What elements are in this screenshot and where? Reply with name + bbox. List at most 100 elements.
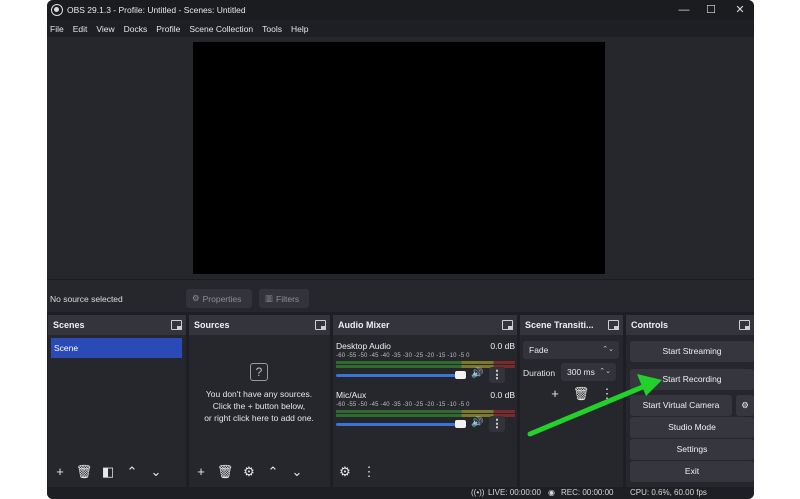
menu-bar: File Edit View Docks Profile Scene Colle… xyxy=(47,20,754,37)
sources-empty-line: or right click here to add one. xyxy=(204,413,314,423)
preview-area xyxy=(47,37,754,279)
transitions-title: Scene Transiti... xyxy=(525,320,594,330)
menu-view[interactable]: View xyxy=(96,24,114,34)
remove-transition-trash-icon[interactable]: 🗑 xyxy=(572,385,590,403)
title-bar: OBS 29.1.3 - Profile: Untitled - Scenes:… xyxy=(47,0,754,20)
channel-db: 0.0 dB xyxy=(490,390,515,400)
menu-edit[interactable]: Edit xyxy=(73,24,88,34)
menu-scene-collection[interactable]: Scene Collection xyxy=(189,24,253,34)
scene-filters-icon[interactable]: ◧ xyxy=(99,463,117,481)
channel-menu-kebab-icon[interactable]: ⋮ xyxy=(489,416,505,432)
start-recording-button[interactable]: Start Recording xyxy=(630,369,754,390)
remove-scene-trash-icon[interactable]: 🗑 xyxy=(75,463,93,481)
start-virtual-camera-button[interactable]: Start Virtual Camera xyxy=(630,395,732,416)
sources-empty-state[interactable]: ? You don't have any sources. Click the … xyxy=(189,363,329,424)
menu-tools[interactable]: Tools xyxy=(262,24,282,34)
start-streaming-button[interactable]: Start Streaming xyxy=(630,341,754,362)
add-source-button[interactable]: + xyxy=(192,463,210,481)
window-title: OBS 29.1.3 - Profile: Untitled - Scenes:… xyxy=(67,5,246,15)
spin-arrows-icon: ⌃⌄ xyxy=(599,368,611,375)
dock-float-icon[interactable] xyxy=(502,320,513,330)
studio-mode-button[interactable]: Studio Mode xyxy=(630,417,754,438)
sources-toolbar: + 🗑 ⚙ ⌃ ⌄ xyxy=(192,463,306,481)
menu-docks[interactable]: Docks xyxy=(124,24,148,34)
minimize-button[interactable]: — xyxy=(677,3,691,17)
filters-button[interactable]: ▥ Filters xyxy=(259,289,309,308)
mixer-menu-kebab-icon[interactable]: ⋮ xyxy=(360,463,378,481)
speaker-icon[interactable]: 🔊 xyxy=(471,368,483,379)
cpu-fps: CPU: 0.6%, 60.00 fps xyxy=(630,488,707,497)
scene-list-item[interactable]: Scene xyxy=(51,338,182,358)
volume-slider-handle[interactable] xyxy=(455,371,466,379)
transition-select[interactable]: Fade ⌃⌄ xyxy=(523,341,619,359)
dock-float-icon[interactable] xyxy=(739,320,750,330)
maximize-button[interactable]: ☐ xyxy=(704,3,718,17)
sources-empty-line: You don't have any sources. xyxy=(205,389,313,399)
meter-scale: -60 -55 -50 -45 -40 -35 -30 -25 -20 -15 … xyxy=(336,402,470,408)
filters-label: Filters xyxy=(276,293,300,304)
scenes-toolbar: + 🗑 ◧ ⌃ ⌄ xyxy=(51,463,165,481)
transition-selected: Fade xyxy=(529,345,549,355)
channel-name: Desktop Audio xyxy=(336,341,391,351)
sources-title: Sources xyxy=(194,320,230,330)
preview-canvas[interactable] xyxy=(193,42,605,274)
question-mark-icon: ? xyxy=(250,363,268,381)
volume-slider[interactable] xyxy=(336,374,464,377)
close-button[interactable]: ✕ xyxy=(733,3,747,17)
filters-icon: ▥ xyxy=(265,293,274,303)
dock-float-icon[interactable] xyxy=(608,320,619,330)
move-up-chevron-icon[interactable]: ⌃ xyxy=(123,463,141,481)
meter-scale: -60 -55 -50 -45 -40 -35 -30 -25 -20 -15 … xyxy=(336,353,470,359)
duration-value: 300 ms xyxy=(567,367,595,377)
add-scene-button[interactable]: + xyxy=(51,463,69,481)
source-properties-gear-icon[interactable]: ⚙ xyxy=(240,463,258,481)
audio-mixer-dock: Audio Mixer Desktop Audio 0.0 dB -60 -55… xyxy=(333,315,517,487)
obs-window: OBS 29.1.3 - Profile: Untitled - Scenes:… xyxy=(47,0,754,499)
remove-source-trash-icon[interactable]: 🗑 xyxy=(216,463,234,481)
exit-button[interactable]: Exit xyxy=(630,461,754,482)
speaker-icon[interactable]: 🔊 xyxy=(471,417,483,428)
status-bar: ((•)) LIVE: 00:00:00 ◉ REC: 00:00:00 CPU… xyxy=(47,487,754,499)
obs-logo-icon xyxy=(51,4,63,16)
context-bar: No source selected ⚙ Properties ▥ Filter… xyxy=(47,279,754,312)
record-icon: ◉ xyxy=(548,488,555,497)
live-broadcast-icon: ((•)) xyxy=(471,488,485,497)
add-transition-button[interactable]: + xyxy=(546,385,564,403)
mixer-channel-mic: Mic/Aux 0.0 dB -60 -55 -50 -45 -40 -35 -… xyxy=(336,390,515,432)
menu-profile[interactable]: Profile xyxy=(156,24,180,34)
dock-float-icon[interactable] xyxy=(171,320,182,330)
channel-db: 0.0 dB xyxy=(490,341,515,351)
duration-spinbox[interactable]: 300 ms ⌃⌄ xyxy=(561,363,616,381)
dock-float-icon[interactable] xyxy=(315,320,326,330)
menu-help[interactable]: Help xyxy=(291,24,308,34)
controls-dock: Controls Start Streaming Start Recording… xyxy=(626,315,754,487)
menu-file[interactable]: File xyxy=(50,24,64,34)
transitions-header: Scene Transiti... xyxy=(520,315,623,335)
mixer-toolbar: ⚙ ⋮ xyxy=(336,463,378,481)
sources-empty-line: Click the + button below, xyxy=(212,401,306,411)
move-down-chevron-icon[interactable]: ⌄ xyxy=(288,463,306,481)
controls-title: Controls xyxy=(631,320,668,330)
channel-name: Mic/Aux xyxy=(336,390,367,400)
duration-label: Duration xyxy=(523,368,556,378)
channel-menu-kebab-icon[interactable]: ⋮ xyxy=(489,367,505,383)
level-meter xyxy=(336,365,515,368)
volume-slider-handle[interactable] xyxy=(455,420,466,428)
scenes-dock: Scenes Scene + 🗑 ◧ ⌃ ⌄ xyxy=(48,315,186,487)
rec-time: REC: 00:00:00 xyxy=(561,488,614,497)
transition-menu-kebab-icon[interactable]: ⋮ xyxy=(598,385,616,403)
settings-button[interactable]: Settings xyxy=(630,439,754,460)
select-arrows-icon: ⌃⌄ xyxy=(602,346,614,353)
move-up-chevron-icon[interactable]: ⌃ xyxy=(264,463,282,481)
live-time: LIVE: 00:00:00 xyxy=(488,488,541,497)
volume-slider[interactable] xyxy=(336,423,464,426)
transitions-dock: Scene Transiti... Fade ⌃⌄ Duration 300 m… xyxy=(520,315,623,487)
properties-button[interactable]: ⚙ Properties xyxy=(186,289,252,308)
audio-mixer-header: Audio Mixer xyxy=(333,315,517,335)
move-down-chevron-icon[interactable]: ⌄ xyxy=(147,463,165,481)
advanced-audio-gear-icon[interactable]: ⚙ xyxy=(336,463,354,481)
gear-icon: ⚙ xyxy=(192,293,200,303)
scenes-title: Scenes xyxy=(53,320,85,330)
transitions-toolbar: + 🗑 ⋮ xyxy=(546,385,616,403)
virtual-camera-settings-gear-icon[interactable]: ⚙ xyxy=(736,395,754,416)
